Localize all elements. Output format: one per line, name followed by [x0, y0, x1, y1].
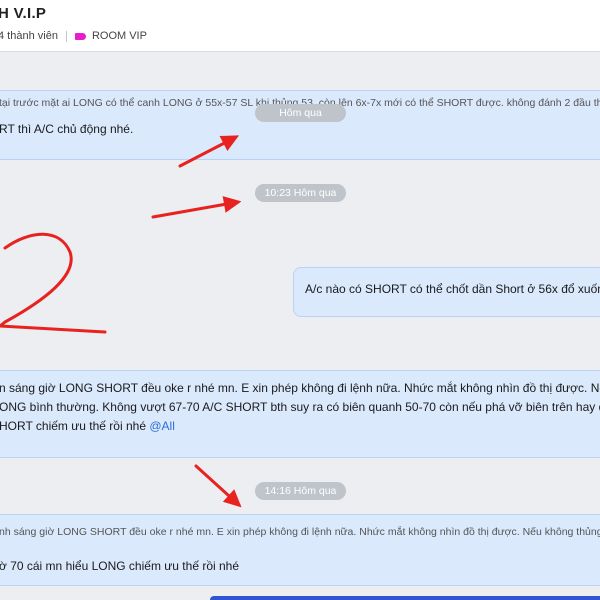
annotation-overlay — [0, 135, 242, 508]
annotation-arrowhead — [219, 135, 240, 152]
annotation-arrowhead — [222, 196, 242, 213]
handwritten-number-2 — [0, 232, 107, 334]
